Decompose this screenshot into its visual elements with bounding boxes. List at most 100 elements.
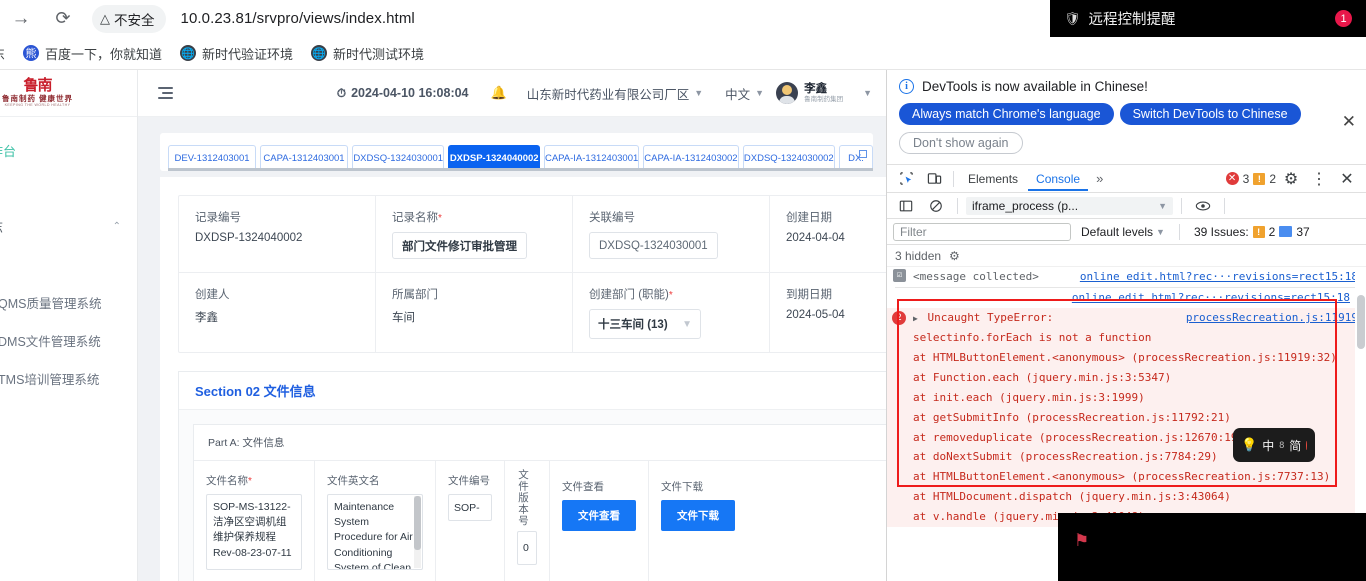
tab-label: CAPA-1312403001 (263, 153, 345, 164)
field-value: 2024-04-04 (786, 232, 845, 244)
file-en-name-textarea[interactable]: Maintenance System Procedure for Air Con… (327, 494, 423, 570)
sidebar-item-bulletin[interactable]: 告栏 (0, 169, 137, 207)
sidebar-item-tms[interactable]: ISQP-TMS培训管理系统 (0, 359, 137, 397)
field-label: 创建日期 (786, 212, 832, 224)
reload-icon[interactable]: ⟳ (48, 4, 78, 34)
close-icon[interactable]: ✕ (1334, 167, 1360, 191)
org-selector[interactable]: 山东新时代药业有限公司厂区 ▼ (527, 84, 703, 103)
record-info-grid: 记录编号 DXDSP-1324040002 记录名称* 部门文件修订审批管理 关… (178, 195, 886, 353)
console-message: <message collected> (913, 270, 1039, 283)
file-name-textarea[interactable]: SOP-MS-13122-洁净区空调机组维护保养规程 Rev-08-23-07-… (206, 494, 302, 570)
issues-summary[interactable]: 39 Issues: ! 2 37 (1194, 225, 1310, 239)
close-icon[interactable]: ✕ (1342, 112, 1356, 132)
console-sidebar-icon[interactable] (893, 194, 919, 218)
console-source-link[interactable]: online edit.html?rec···revisions=rect15:… (1080, 269, 1358, 285)
user-menu[interactable]: 李鑫 鲁南制药集团 ▼ (776, 82, 872, 104)
globe-icon: 🌐 (180, 45, 197, 61)
clear-console-icon[interactable] (923, 194, 949, 218)
file-download-button[interactable]: 文件下载 (661, 500, 735, 531)
device-toolbar-icon[interactable] (921, 167, 947, 191)
tab-label: DXDSP-1324040002 (449, 153, 539, 164)
issues-info-count: 37 (1296, 224, 1310, 239)
devtools-language-banner: i DevTools is now available in Chinese! … (887, 70, 1366, 165)
sidebar-item-qms[interactable]: ISQP-QMS质量管理系统 (0, 283, 137, 321)
execution-context-select[interactable]: iframe_process (p... ▼ (966, 196, 1173, 215)
select-value: 十三车间 (13) (598, 319, 668, 331)
bookmark-label: 新时代测试环境 (333, 46, 425, 62)
switch-to-chinese-button[interactable]: Switch DevTools to Chinese (1119, 103, 1301, 125)
bookmark-item[interactable]: 🌐 新时代验证环境 (180, 44, 293, 63)
bookmark-item[interactable]: 东 (0, 44, 5, 63)
console-scrollbar[interactable] (1355, 267, 1366, 548)
bell-icon[interactable]: 🔔 (491, 85, 507, 101)
sidebar-item-label: 统日志 (0, 217, 3, 236)
more-tabs-icon[interactable]: » (1090, 171, 1109, 186)
expand-triangle-icon[interactable]: ▶ (913, 314, 918, 323)
inspect-element-icon[interactable] (893, 167, 919, 191)
sidebar-item-dms[interactable]: ISQP-DMS文件管理系统 (0, 321, 137, 359)
file-version-input[interactable]: 0 (517, 530, 537, 565)
page-viewport: 鲁南 鲁南制药 健康世界 KEEPING THE WORLD HEALTHY 的… (0, 70, 886, 581)
always-match-language-button[interactable]: Always match Chrome's language (899, 103, 1114, 125)
avatar (776, 82, 799, 104)
sidebar-item-label: ISQP-DMS文件管理系统 (0, 334, 101, 349)
field-label: 到期日期 (786, 289, 832, 301)
devtools-tabbar: Elements Console » ✕ 3 ! 2 ⚙ ⋮ ✕ (887, 165, 1366, 193)
col-file-name: 文件名称* SOP-MS-13122-洁净区空调机组维护保养规程 Rev-08-… (194, 461, 315, 581)
col-file-en-name: 文件英文名 Maintenance System Procedure for A… (315, 461, 436, 581)
lamp-icon: 💡 (1241, 437, 1258, 452)
logo-mark: 鲁南 (23, 76, 52, 94)
file-no-input[interactable]: SOP- (448, 494, 492, 521)
part-a-title: Part A: 文件信息 (194, 425, 886, 461)
record-name-input[interactable]: 部门文件修订审批管理 (392, 232, 527, 259)
related-no-input[interactable]: DXDSQ-1324030001 (589, 232, 718, 259)
console-source-link[interactable]: online edit.html?rec···revisions=rect15:… (1072, 291, 1350, 304)
ime-style[interactable]: 简 (1289, 437, 1301, 454)
forward-icon[interactable]: → (6, 4, 36, 34)
console-scrollbar-thumb[interactable] (1357, 295, 1365, 349)
tab-label: DEV-1312403001 (174, 153, 250, 164)
dont-show-again-button[interactable]: Don't show again (899, 132, 1023, 154)
warning-count: 2 (1269, 171, 1276, 186)
tray-dot-icon[interactable] (1306, 440, 1307, 450)
bookmark-label: 新时代验证环境 (202, 46, 294, 62)
console-row-verbose[interactable]: ☑ online edit.html?rec···revisions=rect1… (887, 267, 1366, 287)
company-logo: 鲁南 鲁南制药 健康世界 KEEPING THE WORLD HEALTHY (0, 70, 137, 117)
console-message: at init.each (jquery.min.js:3:1999) (913, 390, 1145, 404)
live-expression-icon[interactable] (1190, 194, 1216, 218)
required-marker: * (248, 476, 252, 487)
log-levels-select[interactable]: Default levels ▼ (1081, 225, 1165, 239)
screen: → ⟳ △ 不安全 10.0.23.81/srvpro/views/index.… (0, 0, 1366, 581)
create-dept-select[interactable]: 十三车间 (13) ▼ (589, 309, 701, 339)
hidden-messages-row[interactable]: 3 hidden ⚙ (887, 245, 1366, 267)
banner-text: DevTools is now available in Chinese! (922, 79, 1148, 94)
tab-console[interactable]: Console (1028, 167, 1088, 191)
console-row-source-only[interactable]: online edit.html?rec···revisions=rect15:… (887, 288, 1366, 308)
tab-label: DXDSQ-1324030001 (353, 153, 444, 164)
tab-close-icon[interactable] (859, 150, 867, 158)
bookmark-item[interactable]: 熊 百度一下，你就知道 (23, 44, 162, 63)
field-label: 关联编号 (589, 212, 635, 224)
console-log[interactable]: ☑ online edit.html?rec···revisions=rect1… (887, 267, 1366, 548)
tabstrip-scrollbar[interactable] (168, 168, 873, 171)
textarea-scrollbar-thumb[interactable] (414, 496, 421, 550)
file-view-button[interactable]: 文件查看 (562, 500, 636, 531)
console-row-error-head[interactable]: 2 processRecreation.js:11919 ▶ Uncaught … (887, 307, 1366, 328)
menu-collapse-icon[interactable] (158, 86, 173, 100)
ime-mode[interactable]: 中 (1262, 437, 1274, 454)
sidebar-item-system-log[interactable]: 统日志 ⌃ (0, 207, 137, 245)
security-chip[interactable]: △ 不安全 (92, 4, 166, 33)
sidebar-item-modules[interactable]: 块 (0, 245, 137, 283)
sidebar-item-workbench[interactable]: 的工作台 (0, 131, 137, 169)
more-vertical-icon[interactable]: ⋮ (1306, 167, 1332, 191)
ime-toolbar[interactable]: 💡 中 8 简 (1233, 428, 1315, 462)
gear-icon[interactable]: ⚙ (949, 249, 960, 263)
tab-elements[interactable]: Elements (960, 167, 1026, 191)
filter-input[interactable]: Filter (893, 222, 1071, 241)
remote-control-banner[interactable]: 🛡 远程控制提醒 1 (1050, 0, 1366, 37)
clock-icon: ⏱ (336, 85, 347, 100)
language-selector[interactable]: 中文 ▼ (725, 84, 764, 103)
gear-icon[interactable]: ⚙ (1278, 167, 1304, 191)
bookmark-item[interactable]: 🌐 新时代测试环境 (311, 44, 424, 63)
console-source-link[interactable]: processRecreation.js:11919 (1186, 310, 1358, 326)
